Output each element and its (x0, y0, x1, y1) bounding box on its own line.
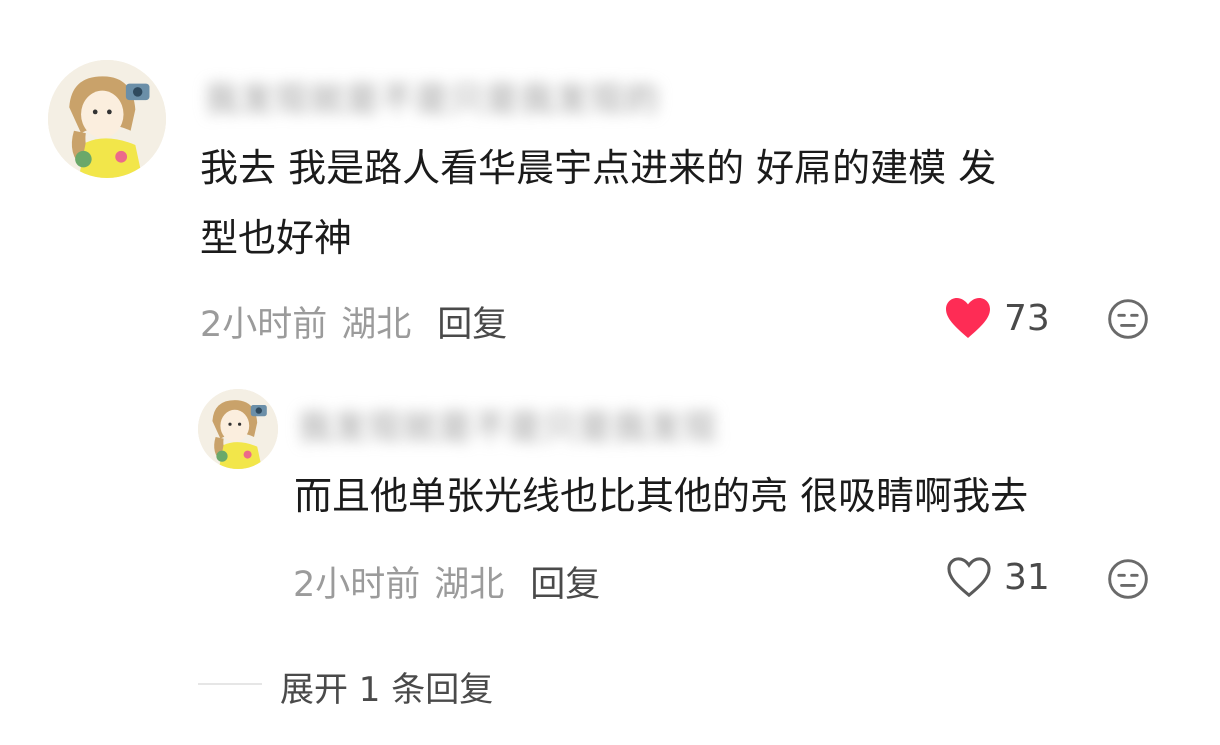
like-button[interactable]: 73 (944, 296, 1050, 340)
comment-text: 而且他单张光线也比其他的亮 很吸睛啊我去 (294, 461, 1028, 531)
comment-text: 我去 我是路人看华晨宇点进来的 好屌的建模 发 型也好神 (200, 133, 996, 273)
reply-button[interactable]: 回复 (437, 296, 507, 347)
comment-time: 2小时前 (200, 305, 328, 345)
dislike-button[interactable] (1106, 557, 1150, 605)
comment-meta: 2小时前 湖北 回复 (293, 556, 600, 607)
like-count: 73 (1004, 297, 1050, 339)
comment-location: 湖北 (341, 305, 412, 345)
avatar[interactable] (198, 389, 278, 469)
comment-text-line: 型也好神 (200, 216, 353, 260)
comment-time: 2小时前 (293, 565, 421, 605)
comment-username[interactable]: 我发现就是不是只是我发现 (298, 400, 718, 449)
heart-filled-icon (946, 298, 990, 338)
expand-divider (198, 683, 262, 685)
reply-button[interactable]: 回复 (530, 556, 600, 607)
meh-face-icon (1108, 299, 1148, 339)
avatar[interactable] (48, 60, 166, 178)
dislike-button[interactable] (1106, 297, 1150, 345)
meh-face-icon (1108, 559, 1148, 599)
avatar-illustration (198, 389, 278, 469)
like-count: 31 (1004, 556, 1050, 598)
comment-text-line: 我去 我是路人看华晨宇点进来的 好屌的建模 发 (200, 146, 997, 190)
heart-outline-icon (947, 557, 991, 598)
comment-location: 湖北 (434, 565, 505, 605)
comment-text-line: 而且他单张光线也比其他的亮 很吸睛啊我去 (294, 474, 1029, 518)
like-button[interactable]: 31 (946, 556, 1050, 598)
avatar-illustration (48, 60, 166, 178)
comment-username[interactable]: 我发现就是不是只是我发现的 (205, 72, 660, 121)
expand-replies-button[interactable]: 展开 1 条回复 (280, 662, 493, 711)
comment-meta: 2小时前 湖北 回复 (200, 296, 507, 347)
